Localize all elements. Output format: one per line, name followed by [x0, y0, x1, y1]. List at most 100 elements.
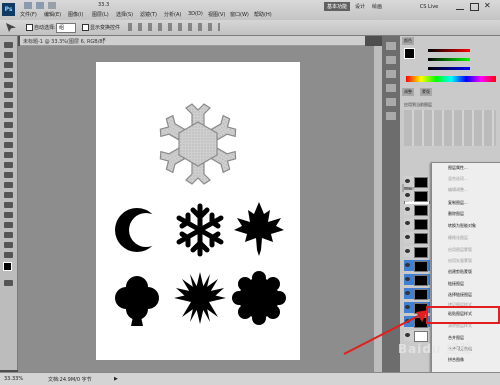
show-transform-checkbox[interactable]: [82, 24, 89, 31]
menu-edit[interactable]: 编辑(E): [44, 11, 61, 18]
minimize-icon[interactable]: [456, 3, 464, 10]
menu-select[interactable]: 选择(S): [116, 11, 133, 18]
close-icon[interactable]: ✕: [484, 1, 491, 10]
layer-row[interactable]: [404, 232, 430, 244]
menu-item-delete-layer[interactable]: 删除图层: [448, 211, 464, 217]
zoom-tool-icon[interactable]: [4, 252, 13, 258]
menu-layer[interactable]: 图层(L): [92, 11, 109, 18]
zoom-level[interactable]: 33.3: [98, 2, 109, 8]
info-panel-icon[interactable]: [386, 84, 396, 92]
path-selection-tool-icon[interactable]: [4, 202, 13, 208]
menu-filter[interactable]: 滤镜(T): [140, 11, 157, 18]
eye-icon[interactable]: [405, 249, 410, 253]
menu-analysis[interactable]: 分析(A): [164, 11, 181, 18]
history-panel-icon[interactable]: [386, 42, 396, 50]
workspace-essentials[interactable]: 基本功能: [324, 2, 350, 11]
red-slider[interactable]: [428, 49, 470, 52]
eye-icon[interactable]: [405, 235, 410, 239]
menu-item-create-clipping-mask[interactable]: 创建剪贴蒙版: [448, 269, 472, 275]
type-tool-icon[interactable]: [4, 192, 13, 198]
status-arrow-icon[interactable]: ▶: [114, 376, 118, 382]
eye-icon[interactable]: [405, 263, 410, 267]
clone-stamp-tool-icon[interactable]: [4, 122, 13, 128]
align-buttons[interactable]: [128, 23, 220, 31]
dodge-tool-icon[interactable]: [4, 172, 13, 178]
eraser-tool-icon[interactable]: [4, 142, 13, 148]
layer-row-selected[interactable]: [404, 288, 430, 300]
layer-row[interactable]: [404, 176, 430, 188]
adjustments-tab[interactable]: 调整: [402, 88, 414, 96]
history-brush-tool-icon[interactable]: [4, 132, 13, 138]
3d-rotate-tool-icon[interactable]: [4, 222, 13, 228]
layer-row-selected[interactable]: [404, 260, 430, 272]
blue-slider[interactable]: [428, 67, 470, 70]
blur-tool-icon[interactable]: [4, 162, 13, 168]
pen-tool-icon[interactable]: [4, 182, 13, 188]
marquee-tool-icon[interactable]: [4, 52, 13, 58]
menu-window[interactable]: 窗口(W): [230, 11, 249, 18]
foreground-color-swatch[interactable]: [3, 262, 12, 271]
styles-grid[interactable]: [404, 110, 496, 146]
layer-row[interactable]: [404, 218, 430, 230]
paragraph-panel-icon[interactable]: [386, 112, 396, 120]
quick-select-tool-icon[interactable]: [4, 72, 13, 78]
view-extras-icon[interactable]: [48, 2, 56, 9]
3d-orbit-tool-icon[interactable]: [4, 232, 13, 238]
layer-row[interactable]: [404, 246, 430, 258]
photoshop-logo-icon[interactable]: Ps: [2, 3, 15, 16]
eyedropper-tool-icon[interactable]: [4, 92, 13, 98]
menu-item-rasterize-layer[interactable]: 栅格化图层: [448, 235, 468, 241]
layer-row[interactable]: [404, 204, 430, 216]
close-tab-icon[interactable]: ✕: [102, 37, 106, 43]
crop-tool-icon[interactable]: [4, 82, 13, 88]
color-panel-tab[interactable]: 颜色: [402, 37, 414, 45]
eye-icon[interactable]: [405, 193, 410, 197]
eye-icon[interactable]: [405, 291, 410, 295]
menu-help[interactable]: 帮助(H): [254, 11, 272, 18]
quick-mask-icon[interactable]: [4, 280, 13, 286]
menu-item-link-layers[interactable]: 链接图层: [448, 281, 464, 287]
color-ramp[interactable]: [406, 76, 496, 82]
move-tool-icon[interactable]: [6, 23, 16, 32]
cs-live-button[interactable]: CS Live: [416, 2, 442, 11]
actions-panel-icon[interactable]: [386, 56, 396, 64]
gradient-tool-icon[interactable]: [4, 152, 13, 158]
menu-item-layer-properties[interactable]: 图层属性...: [448, 165, 468, 171]
layer-row[interactable]: [404, 190, 430, 202]
document-canvas[interactable]: [96, 62, 300, 360]
workspace-painting[interactable]: 绘画: [370, 2, 384, 11]
foreground-swatch[interactable]: [404, 48, 415, 59]
move-tool-icon[interactable]: [4, 42, 13, 48]
workspace-design[interactable]: 设计: [353, 2, 367, 11]
menu-view[interactable]: 视图(V): [208, 11, 225, 18]
eye-icon[interactable]: [405, 221, 410, 225]
status-zoom[interactable]: 33.33%: [4, 376, 23, 382]
menu-item-select-linked-layers[interactable]: 选择链接图层: [448, 292, 472, 298]
brush-tool-icon[interactable]: [4, 112, 13, 118]
menu-item-convert-smart-object[interactable]: 转换为智能对象: [448, 223, 476, 229]
auto-select-checkbox[interactable]: [26, 24, 33, 31]
maximize-icon[interactable]: [470, 3, 479, 11]
bridge-icon[interactable]: [24, 2, 32, 9]
menu-item-flatten-image[interactable]: 拼合图像: [448, 357, 464, 363]
eye-icon[interactable]: [405, 179, 410, 183]
lasso-tool-icon[interactable]: [4, 62, 13, 68]
green-slider[interactable]: [428, 58, 470, 61]
healing-brush-tool-icon[interactable]: [4, 102, 13, 108]
menu-image[interactable]: 图像(I): [68, 11, 83, 18]
menu-item-enable-vector-mask[interactable]: 启用矢量蒙版: [448, 258, 472, 264]
navigator-panel-icon[interactable]: [386, 70, 396, 78]
shape-tool-icon[interactable]: [4, 212, 13, 218]
layer-row-selected[interactable]: [404, 274, 430, 286]
masks-tab[interactable]: 蒙版: [420, 88, 432, 96]
eye-icon[interactable]: [405, 207, 410, 211]
menu-item-blending-options[interactable]: 混合选项...: [448, 176, 468, 182]
hand-tool-icon[interactable]: [4, 242, 13, 248]
document-tab[interactable]: 未标题-1 @ 33.3%(图层 6, RGB/8) ✕: [20, 36, 365, 46]
menu-item-edit-adjustment[interactable]: 编辑调整...: [448, 187, 468, 193]
menu-file[interactable]: 文件(F): [20, 11, 37, 18]
character-panel-icon[interactable]: [386, 98, 396, 106]
menu-item-duplicate-layer[interactable]: 复制图层...: [448, 200, 468, 206]
menu-3d[interactable]: 3D(D): [188, 11, 203, 17]
auto-select-dropdown[interactable]: 组: [56, 23, 76, 33]
